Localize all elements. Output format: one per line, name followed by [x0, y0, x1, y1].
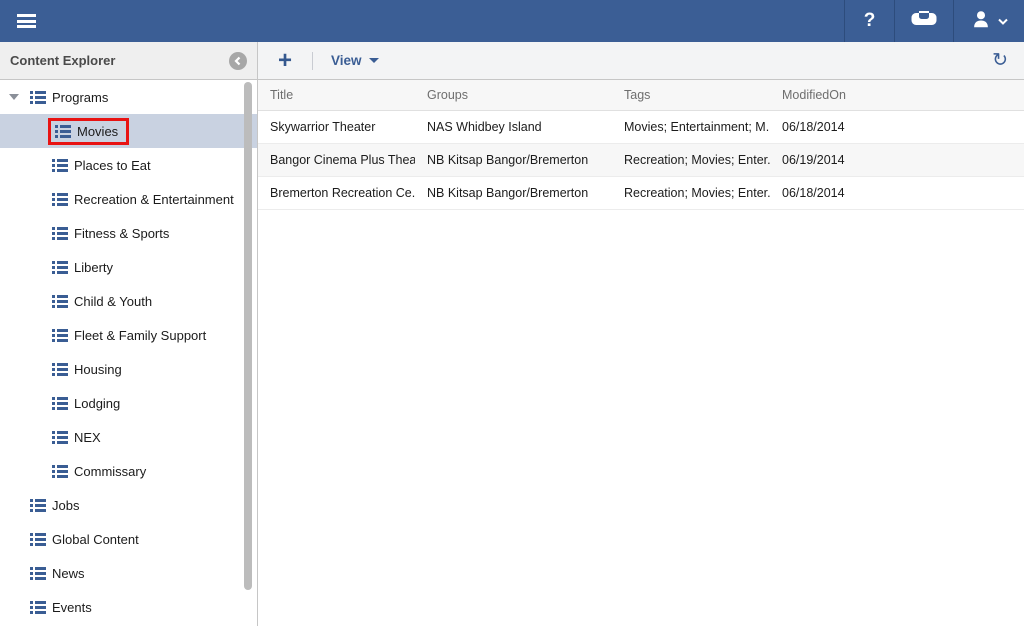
- sidebar-scrollbar-thumb[interactable]: [244, 82, 252, 590]
- tree-item-label: Recreation & Entertainment: [74, 192, 234, 207]
- list-icon: [30, 567, 46, 580]
- list-icon: [30, 499, 46, 512]
- list-icon: [52, 261, 68, 274]
- tree-item-label: Programs: [52, 90, 108, 105]
- view-dropdown[interactable]: View: [331, 53, 379, 68]
- chevron-down-icon: [369, 58, 379, 63]
- add-button[interactable]: +: [278, 51, 292, 71]
- refresh-button[interactable]: ↻: [992, 49, 1008, 72]
- content-grid-panel: TitleGroupsTagsModifiedOn Skywarrior The…: [258, 80, 1024, 626]
- menu-button[interactable]: [0, 0, 52, 42]
- tree-item-label: Events: [52, 600, 92, 615]
- sidebar-collapse-button[interactable]: [229, 52, 247, 70]
- tree-item-label: Liberty: [74, 260, 113, 275]
- tree-item-label: Fleet & Family Support: [74, 328, 206, 343]
- table-cell: 06/18/2014: [770, 110, 1024, 143]
- tree-item-housing[interactable]: Housing: [0, 352, 257, 386]
- chevron-left-icon: [233, 56, 243, 66]
- column-header-tags[interactable]: Tags: [612, 80, 770, 110]
- tree-item-fitness-and-sports[interactable]: Fitness & Sports: [0, 216, 257, 250]
- list-icon: [52, 295, 68, 308]
- table-cell: NB Kitsap Bangor/Bremerton: [415, 176, 612, 209]
- tree-item-programs[interactable]: Programs: [0, 80, 257, 114]
- sub-header: Content Explorer + View ↻: [0, 42, 1024, 80]
- tree-item-label: Child & Youth: [74, 294, 152, 309]
- person-icon: [970, 8, 992, 35]
- hamburger-icon: [17, 12, 36, 31]
- list-icon: [30, 601, 46, 614]
- toolbar: + View ↻: [258, 42, 1024, 79]
- expander-caret-icon[interactable]: [9, 94, 19, 100]
- phone-handset-icon: [911, 11, 937, 31]
- top-app-bar: ?: [0, 0, 1024, 42]
- tree-item-label: NEX: [74, 430, 101, 445]
- help-icon: ?: [864, 10, 876, 32]
- tree-item-liberty[interactable]: Liberty: [0, 250, 257, 284]
- tree-item-fleet-and-family-support[interactable]: Fleet & Family Support: [0, 318, 257, 352]
- table-row[interactable]: Bremerton Recreation Ce...NB Kitsap Bang…: [258, 176, 1024, 209]
- tree-item-label: Movies: [77, 124, 118, 139]
- table-row[interactable]: Skywarrior TheaterNAS Whidbey IslandMovi…: [258, 110, 1024, 143]
- table-row[interactable]: Bangor Cinema Plus Thea...NB Kitsap Bang…: [258, 143, 1024, 176]
- table-cell: NAS Whidbey Island: [415, 110, 612, 143]
- content-table: TitleGroupsTagsModifiedOn Skywarrior The…: [258, 80, 1024, 210]
- table-cell: NB Kitsap Bangor/Bremerton: [415, 143, 612, 176]
- table-body: Skywarrior TheaterNAS Whidbey IslandMovi…: [258, 110, 1024, 209]
- table-cell: Bremerton Recreation Ce...: [258, 176, 415, 209]
- chevron-down-icon: [998, 12, 1008, 30]
- tree-item-lodging[interactable]: Lodging: [0, 386, 257, 420]
- tree-item-label: Housing: [74, 362, 122, 377]
- tree-item-news[interactable]: News: [0, 556, 257, 590]
- toolbar-divider: [312, 52, 313, 70]
- page-title: Content Explorer: [10, 53, 115, 68]
- list-icon: [52, 431, 68, 444]
- user-menu-button[interactable]: [953, 0, 1024, 42]
- column-header-modifiedon[interactable]: ModifiedOn: [770, 80, 1024, 110]
- tree-item-child-and-youth[interactable]: Child & Youth: [0, 284, 257, 318]
- tree-item-nex[interactable]: NEX: [0, 420, 257, 454]
- tree-item-places-to-eat[interactable]: Places to Eat: [0, 148, 257, 182]
- tree-item-label: Fitness & Sports: [74, 226, 169, 241]
- sidebar-header: Content Explorer: [0, 42, 258, 79]
- table-cell: Recreation; Movies; Enter...: [612, 176, 770, 209]
- table-cell: Skywarrior Theater: [258, 110, 415, 143]
- sidebar-tree: Programs Movies Places to Eat Recreation & …: [0, 80, 257, 624]
- tree-item-label: Places to Eat: [74, 158, 151, 173]
- tree-item-label: Lodging: [74, 396, 120, 411]
- list-icon: [30, 533, 46, 546]
- tree-item-recreation-and-entertainment[interactable]: Recreation & Entertainment: [0, 182, 257, 216]
- table-cell: 06/19/2014: [770, 143, 1024, 176]
- help-button[interactable]: ?: [844, 0, 894, 42]
- tree-item-movies[interactable]: Movies: [0, 114, 257, 148]
- tree-item-label: Jobs: [52, 498, 79, 513]
- list-icon: [52, 465, 68, 478]
- list-icon: [52, 363, 68, 376]
- column-header-groups[interactable]: Groups: [415, 80, 612, 110]
- phone-button[interactable]: [894, 0, 953, 42]
- annotation-highlight-box: Movies: [48, 118, 129, 145]
- tree-item-events[interactable]: Events: [0, 590, 257, 624]
- list-icon: [55, 125, 71, 138]
- table-cell: Movies; Entertainment; M...: [612, 110, 770, 143]
- list-icon: [52, 397, 68, 410]
- table-cell: Bangor Cinema Plus Thea...: [258, 143, 415, 176]
- column-header-title[interactable]: Title: [258, 80, 415, 110]
- table-cell: 06/18/2014: [770, 176, 1024, 209]
- table-cell: Recreation; Movies; Enter...: [612, 143, 770, 176]
- tree-item-jobs[interactable]: Jobs: [0, 488, 257, 522]
- list-icon: [52, 193, 68, 206]
- tree-item-label: News: [52, 566, 85, 581]
- list-icon: [52, 329, 68, 342]
- tree-item-label: Global Content: [52, 532, 139, 547]
- view-dropdown-label: View: [331, 53, 362, 68]
- tree-item-label: Commissary: [74, 464, 146, 479]
- sidebar-tree-panel: Programs Movies Places to Eat Recreation & …: [0, 80, 258, 626]
- tree-item-commissary[interactable]: Commissary: [0, 454, 257, 488]
- list-icon: [30, 91, 46, 104]
- list-icon: [52, 159, 68, 172]
- table-header-row: TitleGroupsTagsModifiedOn: [258, 80, 1024, 110]
- tree-item-global-content[interactable]: Global Content: [0, 522, 257, 556]
- list-icon: [52, 227, 68, 240]
